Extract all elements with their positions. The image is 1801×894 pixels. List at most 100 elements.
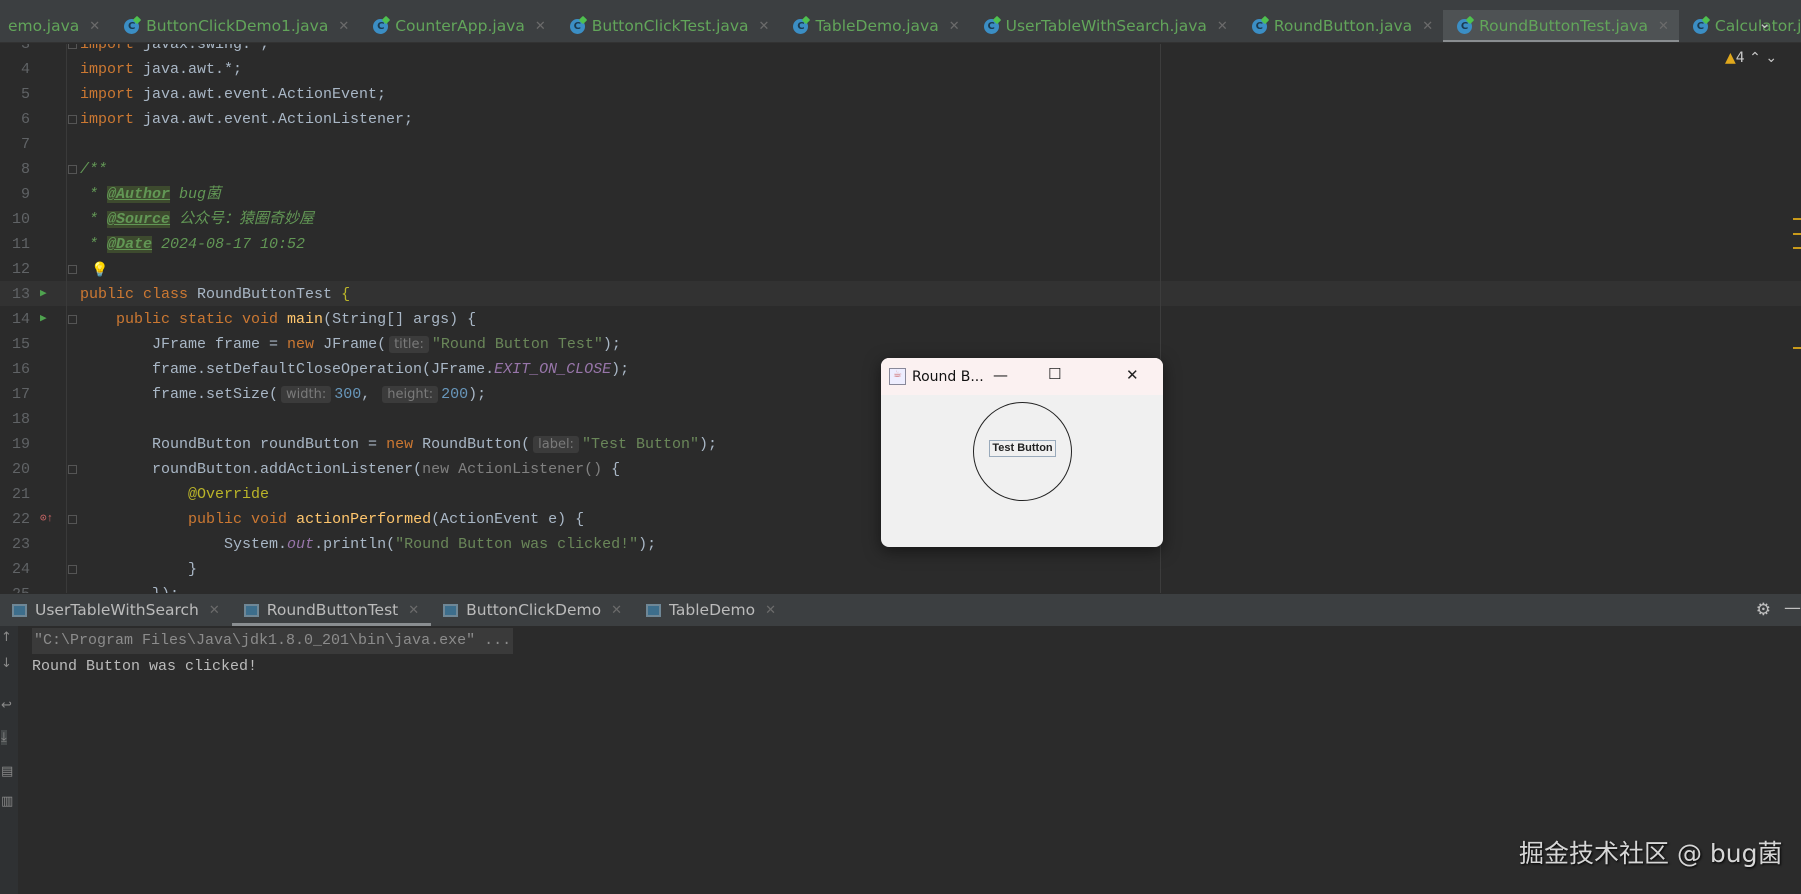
close-icon[interactable]: ✕: [535, 19, 546, 34]
close-icon[interactable]: ✕: [765, 603, 776, 618]
minimize-icon[interactable]: —: [993, 366, 1008, 384]
fold-icon[interactable]: [68, 165, 77, 174]
code-line: 3 import javax.swing.*;: [0, 44, 1160, 57]
trash-icon[interactable]: ▥: [1, 794, 13, 809]
line-number: 21: [11, 486, 30, 503]
code-token: 200: [441, 386, 469, 403]
run-tab[interactable]: UserTableWithSearch ✕: [0, 594, 232, 626]
code-token: });: [80, 586, 179, 593]
code-token: );: [698, 436, 717, 453]
arrow-up-icon[interactable]: ↑: [1, 630, 12, 645]
error-stripe-mark[interactable]: [1793, 233, 1801, 235]
chevron-up-icon[interactable]: ⌃: [1749, 50, 1761, 66]
run-config-icon: [645, 603, 661, 617]
fold-icon[interactable]: [68, 515, 77, 524]
minimize-panel-icon[interactable]: —: [1784, 598, 1801, 618]
fold-icon[interactable]: [68, 115, 77, 124]
fold-icon[interactable]: [68, 315, 77, 324]
lightbulb-icon[interactable]: 💡: [91, 262, 108, 278]
code-token: roundButton.addActionListener(: [80, 461, 423, 478]
fold-icon[interactable]: [68, 265, 77, 274]
chevron-down-icon[interactable]: ⌄: [1758, 14, 1771, 32]
inlay-hint: label:: [533, 436, 579, 453]
code-token: );: [611, 361, 630, 378]
fold-icon[interactable]: [68, 44, 77, 49]
gear-icon[interactable]: ⚙: [1756, 600, 1771, 620]
line-number: 8: [20, 161, 30, 178]
file-tab[interactable]: CCalculator.java✕: [1679, 10, 1801, 42]
java-class-icon: C: [1251, 18, 1267, 34]
close-icon[interactable]: ✕: [1126, 366, 1139, 384]
file-tab[interactable]: C RoundButton.java ✕: [1238, 10, 1443, 42]
run-icon[interactable]: ▶: [40, 282, 47, 307]
warning-count: 4: [1735, 50, 1745, 66]
run-config-icon: [12, 603, 27, 617]
run-tab[interactable]: ButtonClickDemo ✕: [431, 594, 634, 626]
error-stripe-mark[interactable]: [1793, 218, 1801, 220]
code-token: java.awt.*;: [143, 61, 243, 78]
arrow-down-icon[interactable]: ↓: [1, 656, 12, 671]
close-icon[interactable]: ✕: [89, 19, 100, 34]
fold-icon[interactable]: [68, 465, 77, 474]
close-icon[interactable]: ✕: [611, 603, 622, 618]
file-tab-label: RoundButton.java: [1273, 17, 1413, 35]
close-icon[interactable]: ✕: [408, 603, 419, 618]
code-token: RoundButton(: [422, 436, 531, 453]
code-token: RoundButton roundButton =: [80, 436, 387, 453]
close-icon[interactable]: ✕: [1422, 19, 1433, 34]
close-icon[interactable]: ✕: [338, 19, 349, 34]
run-tab-bar: UserTableWithSearch ✕ RoundButtonTest ✕ Butt…: [0, 594, 1801, 626]
file-tab[interactable]: C TableDemo.java ✕: [779, 10, 969, 42]
code-token: RoundButtonTest: [197, 286, 342, 303]
java-class-icon: C: [124, 18, 140, 34]
soft-wrap-icon[interactable]: ↩: [1, 698, 12, 713]
error-stripe-mark[interactable]: [1793, 247, 1801, 249]
line-number: 6: [20, 111, 30, 128]
inlay-hint: width:: [281, 386, 332, 403]
warnings-indicator[interactable]: ▲4 ⌃ ⌄: [1725, 50, 1777, 66]
file-tab[interactable]: C CounterApp.java ✕: [359, 10, 556, 42]
code-line: 8 /**: [0, 157, 1160, 182]
file-tab-label: emo.java: [8, 17, 80, 35]
window-title-bar[interactable]: ☕ Round B... — ☐ ✕: [881, 358, 1163, 395]
console-command: "C:\Program Files\Java\jdk1.8.0_201\bin\…: [32, 628, 514, 654]
code-token: out: [287, 536, 315, 553]
code-token: );: [602, 336, 621, 353]
chevron-down-icon[interactable]: ⌄: [1765, 50, 1777, 66]
file-tab[interactable]: C RoundButtonTest.java ✕: [1443, 10, 1679, 42]
code-line: 7: [0, 132, 1160, 157]
warning-icon: ▲: [1725, 50, 1736, 66]
round-button-label[interactable]: Test Button: [989, 440, 1056, 457]
print-icon[interactable]: ▤: [1, 764, 13, 779]
code-token: 300: [334, 386, 362, 403]
code-token: new ActionListener(): [422, 461, 612, 478]
code-token: }: [80, 561, 198, 578]
close-icon[interactable]: ✕: [949, 19, 960, 34]
file-tab[interactable]: C ButtonClickDemo1.java ✕: [110, 10, 359, 42]
error-stripe-mark[interactable]: [1793, 347, 1801, 349]
close-icon[interactable]: ✕: [1217, 19, 1228, 34]
close-icon[interactable]: ✕: [209, 603, 220, 618]
file-tab[interactable]: emo.java ✕: [0, 10, 110, 42]
run-icon[interactable]: ▶: [40, 307, 47, 332]
run-tab-label: ButtonClickDemo: [466, 601, 602, 619]
code-token: @Author: [107, 186, 171, 203]
line-number: 19: [11, 436, 30, 453]
fold-icon[interactable]: [68, 565, 77, 574]
line-number: 10: [11, 211, 30, 228]
run-tab-label: RoundButtonTest: [266, 601, 399, 619]
code-token: public void: [188, 511, 297, 528]
inlay-hint: height:: [382, 386, 439, 403]
code-token: ,: [361, 386, 380, 403]
close-icon[interactable]: ✕: [759, 19, 770, 34]
file-tab[interactable]: C UserTableWithSearch.java ✕: [970, 10, 1238, 42]
scroll-to-end-icon[interactable]: ⤓: [1, 730, 7, 745]
code-token: );: [638, 536, 657, 553]
implements-icon[interactable]: ⊙↑: [40, 507, 53, 532]
run-tab[interactable]: TableDemo ✕: [634, 594, 788, 626]
maximize-icon[interactable]: ☐: [1048, 365, 1061, 383]
console-output[interactable]: "C:\Program Files\Java\jdk1.8.0_201\bin\…: [32, 628, 514, 679]
file-tab[interactable]: C ButtonClickTest.java ✕: [556, 10, 780, 42]
close-icon[interactable]: ✕: [1658, 19, 1669, 34]
run-tab[interactable]: RoundButtonTest ✕: [231, 594, 432, 626]
